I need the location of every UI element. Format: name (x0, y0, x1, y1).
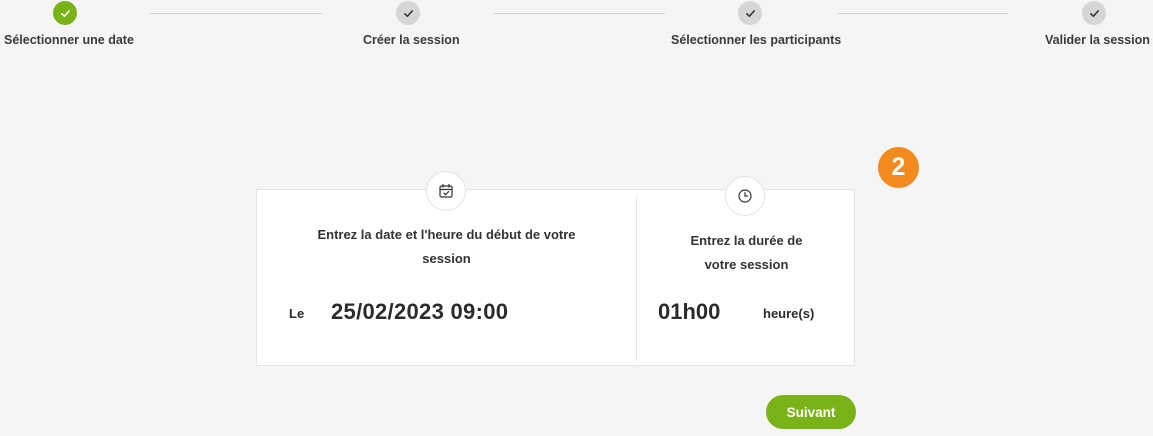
next-button[interactable]: Suivant (766, 395, 856, 429)
step-label: Sélectionner les participants (671, 33, 842, 47)
check-icon (738, 1, 762, 25)
date-instruction-line2: session (422, 251, 471, 266)
step-label: Sélectionner une date (4, 33, 134, 47)
check-icon (396, 1, 420, 25)
date-instruction-line1: Entrez la date et l'heure du début de vo… (317, 227, 576, 242)
duration-unit-label: heure(s) (763, 306, 815, 321)
step-connector (838, 13, 1008, 14)
duration-instruction-line2: votre session (704, 257, 789, 272)
stepper: Sélectionner une date Créer la session S… (0, 0, 1153, 60)
clock-icon (725, 176, 765, 216)
duration-instruction: Entrez la durée de votre session (637, 229, 856, 277)
session-form-card: Entrez la date et l'heure du début de vo… (256, 171, 856, 366)
step-label: Créer la session (363, 33, 460, 47)
calendar-check-icon (426, 171, 466, 211)
step-connector (494, 13, 665, 14)
step-connector (150, 13, 322, 14)
check-icon (53, 1, 77, 25)
panel-divider (636, 196, 637, 361)
step-number-badge: 2 (878, 147, 919, 188)
date-prefix-label: Le (289, 306, 305, 321)
check-icon (1082, 1, 1106, 25)
step-label: Valider la session (1045, 33, 1150, 47)
start-datetime-field[interactable]: 25/02/2023 09:00 (331, 299, 508, 325)
duration-instruction-line1: Entrez la durée de (690, 233, 803, 248)
date-instruction: Entrez la date et l'heure du début de vo… (277, 223, 616, 271)
duration-field[interactable]: 01h00 (658, 299, 720, 325)
